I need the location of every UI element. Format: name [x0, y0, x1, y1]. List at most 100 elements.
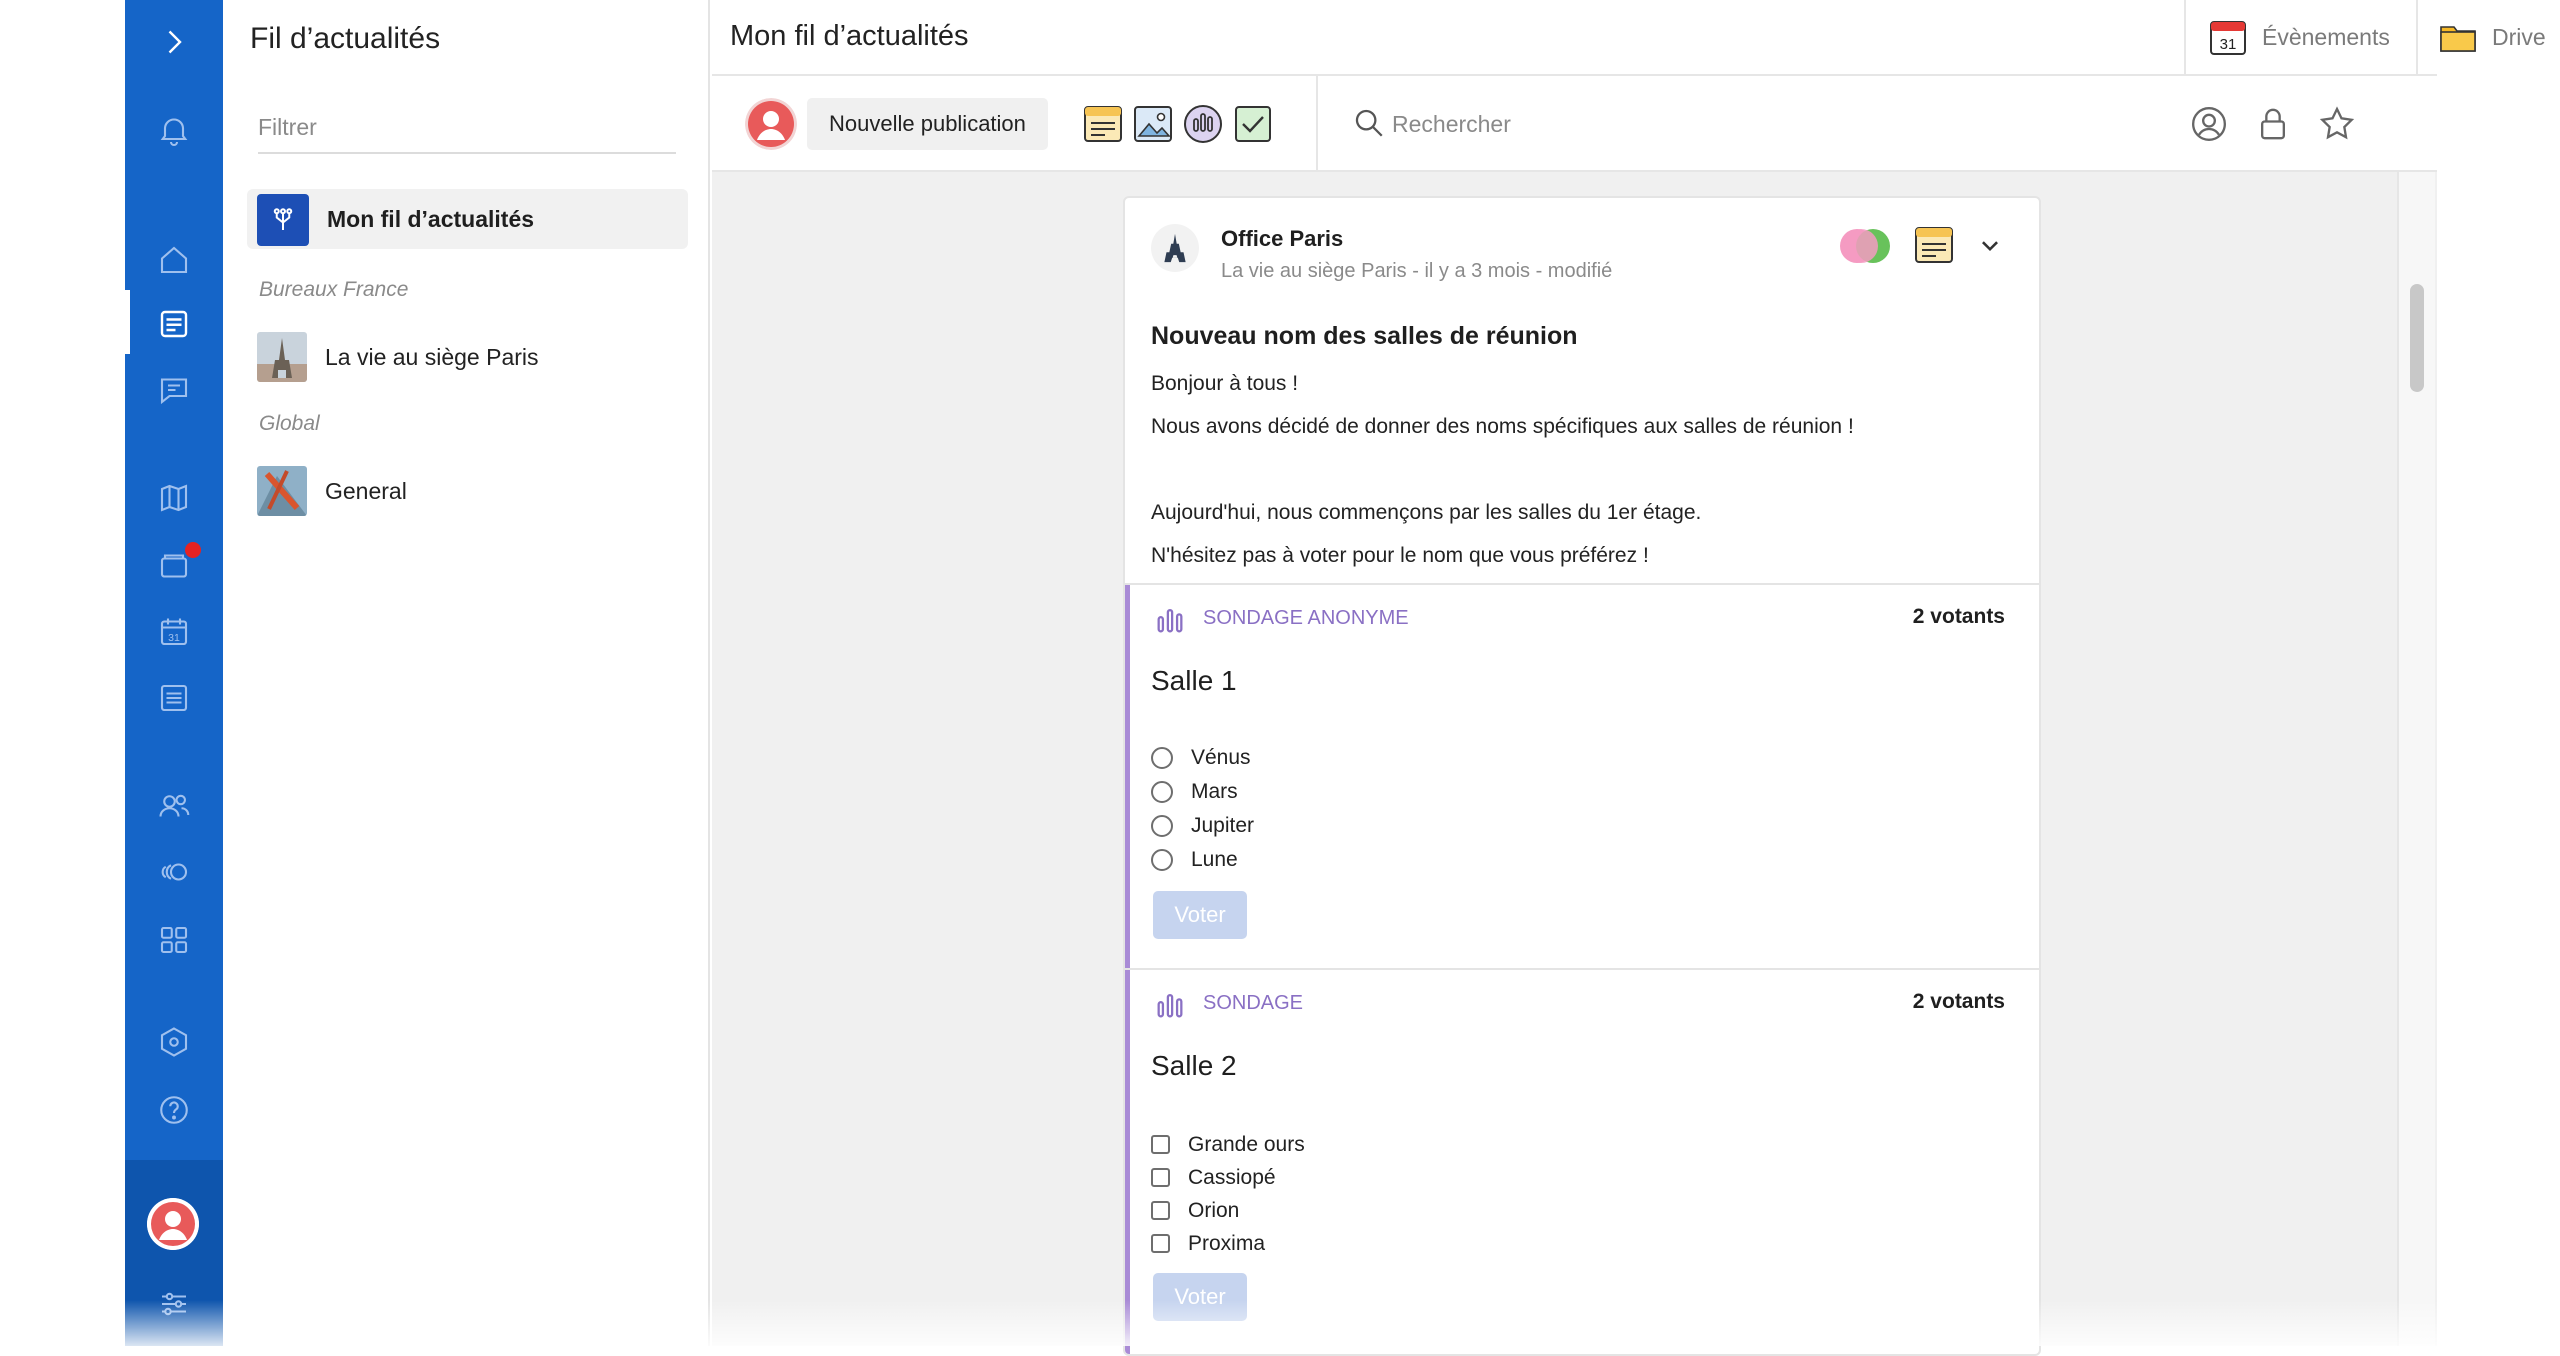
newsfeed-icon[interactable] — [154, 304, 194, 344]
radio-button[interactable] — [1151, 815, 1173, 837]
lock-icon[interactable] — [2253, 104, 2293, 144]
poll-vote-count: 2 votants — [1912, 605, 2005, 628]
notification-dot — [183, 540, 203, 560]
events-button[interactable]: 31 Évènements — [2184, 0, 2416, 74]
main-content: Mon fil d’actualités 31 Évènements Drive… — [712, 0, 2546, 1356]
drive-folder-icon — [2440, 26, 2476, 52]
active-indicator — [125, 290, 130, 354]
feed-toolbar: Nouvelle publication — [712, 76, 2437, 172]
scrollbar[interactable] — [2397, 172, 2435, 1346]
poll-question: Salle 1 — [1151, 665, 1237, 696]
bell-icon[interactable] — [154, 110, 194, 150]
post-card: Office Paris La vie au siège Paris - il … — [1123, 196, 2041, 1356]
poll-option-label: Orion — [1188, 1198, 1240, 1222]
map-book-icon[interactable] — [154, 478, 194, 518]
poll-option[interactable]: Lune — [1151, 843, 1254, 877]
post-author[interactable]: Office Paris — [1221, 226, 1343, 252]
calendar-icon[interactable]: 31 — [154, 612, 194, 652]
general-thumbnail — [257, 466, 307, 516]
checkbox[interactable] — [1151, 1201, 1170, 1220]
communities-icon[interactable] — [154, 852, 194, 892]
post-paragraph: N'hésitez pas à voter pour le nom que vo… — [1151, 544, 1649, 567]
image-post-icon[interactable] — [1132, 103, 1174, 145]
post-meta: La vie au siège Paris - il y a 3 mois - … — [1221, 260, 1613, 282]
poll-type: SONDAGE — [1203, 992, 1304, 1014]
sidebar-item-label: General — [325, 478, 407, 504]
reactions-indicator[interactable] — [1837, 226, 1897, 266]
poll-accent-bar — [1125, 585, 1130, 968]
poll-option[interactable]: Cassiopé — [1151, 1161, 1305, 1194]
poll-type: SONDAGE ANONYME — [1203, 607, 1409, 629]
poll-options: Grande ours Cassiopé Orion Proxima — [1151, 1128, 1305, 1260]
checkbox[interactable] — [1151, 1135, 1170, 1154]
poll-accent-bar — [1125, 970, 1130, 1354]
post-paragraph — [1151, 448, 2011, 491]
article-post-icon[interactable] — [1082, 103, 1124, 145]
scrollbar-thumb[interactable] — [2410, 284, 2424, 392]
users-icon[interactable] — [154, 786, 194, 826]
search-icon — [1355, 109, 1383, 137]
chevron-down-icon[interactable] — [1973, 228, 2007, 262]
help-icon[interactable] — [154, 1090, 194, 1130]
author-logo — [1151, 224, 1199, 272]
poll-option[interactable]: Mars — [1151, 775, 1254, 809]
list-board-icon[interactable] — [154, 678, 194, 718]
vote-button[interactable]: Voter — [1153, 891, 1247, 939]
poll-standard: SONDAGE 2 votants Salle 2 Grande ours Ca… — [1125, 968, 2039, 1354]
poll-icon — [1157, 993, 1183, 1018]
poll-options: Vénus Mars Jupiter Lune — [1151, 741, 1254, 877]
search-input[interactable] — [1392, 100, 1992, 148]
task-post-icon[interactable] — [1232, 103, 1274, 145]
poll-option-label: Mars — [1191, 780, 1238, 803]
apps-grid-icon[interactable] — [154, 920, 194, 960]
poll-option[interactable]: Vénus — [1151, 741, 1254, 775]
poll-option-label: Proxima — [1188, 1231, 1266, 1255]
radio-button[interactable] — [1151, 747, 1173, 769]
poll-option[interactable]: Orion — [1151, 1194, 1305, 1227]
sidebar-item-label: La vie au siège Paris — [325, 344, 539, 370]
sidebar-item-general[interactable]: General — [257, 466, 687, 520]
poll-option-label: Cassiopé — [1188, 1165, 1276, 1189]
eiffel-tower-thumbnail — [257, 332, 307, 382]
radio-button[interactable] — [1151, 781, 1173, 803]
expand-chevron-icon[interactable] — [154, 22, 194, 62]
user-avatar[interactable] — [147, 1198, 199, 1250]
events-label: Évènements — [2262, 23, 2390, 50]
poll-option[interactable]: Jupiter — [1151, 809, 1254, 843]
sidebar-title: Fil d’actualités — [250, 22, 441, 55]
post-title: Nouveau nom des salles de réunion — [1151, 322, 1578, 350]
settings-hex-icon[interactable] — [154, 1022, 194, 1062]
page-title: Mon fil d’actualités — [730, 20, 969, 52]
sliders-icon[interactable] — [154, 1284, 194, 1324]
sidebar-item-paris[interactable]: La vie au siège Paris — [257, 332, 687, 386]
vote-button[interactable]: Voter — [1153, 1273, 1247, 1321]
poll-option[interactable]: Grande ours — [1151, 1128, 1305, 1161]
current-user-avatar — [745, 98, 797, 150]
radio-button[interactable] — [1151, 849, 1173, 871]
post-paragraph: Aujourd'hui, nous commençons par les sal… — [1151, 501, 1702, 524]
post-body: Bonjour à tous ! Nous avons décidé de do… — [1151, 362, 2011, 577]
feed-fork-icon — [257, 194, 309, 246]
user-filter-icon[interactable] — [2189, 104, 2229, 144]
filter-input[interactable] — [258, 102, 676, 154]
svg-text:31: 31 — [2220, 36, 2237, 53]
article-type-icon — [1915, 227, 1953, 263]
calendar-31-icon: 31 — [2210, 21, 2246, 55]
poll-option[interactable]: Proxima — [1151, 1227, 1305, 1260]
checkbox[interactable] — [1151, 1234, 1170, 1253]
page-header: Mon fil d’actualités 31 Évènements Drive — [712, 0, 2546, 76]
poll-anonymous: SONDAGE ANONYME 2 votants Salle 1 Vénus … — [1125, 583, 2039, 968]
chat-icon[interactable] — [154, 370, 194, 410]
checkbox[interactable] — [1151, 1168, 1170, 1187]
drive-label: Drive — [2492, 23, 2546, 50]
poll-post-icon[interactable] — [1182, 103, 1224, 145]
star-icon[interactable] — [2317, 104, 2357, 144]
poll-vote-count: 2 votants — [1912, 990, 2005, 1013]
drive-button[interactable]: Drive — [2416, 0, 2560, 74]
poll-option-label: Jupiter — [1191, 814, 1255, 837]
section-header-bureaux: Bureaux France — [259, 278, 409, 301]
new-post-button[interactable]: Nouvelle publication — [807, 98, 1048, 150]
feed-sidebar: Fil d’actualités Mon fil d’actualités Bu… — [223, 0, 710, 1346]
sidebar-item-my-feed[interactable]: Mon fil d’actualités — [247, 189, 688, 249]
home-icon[interactable] — [154, 240, 194, 280]
